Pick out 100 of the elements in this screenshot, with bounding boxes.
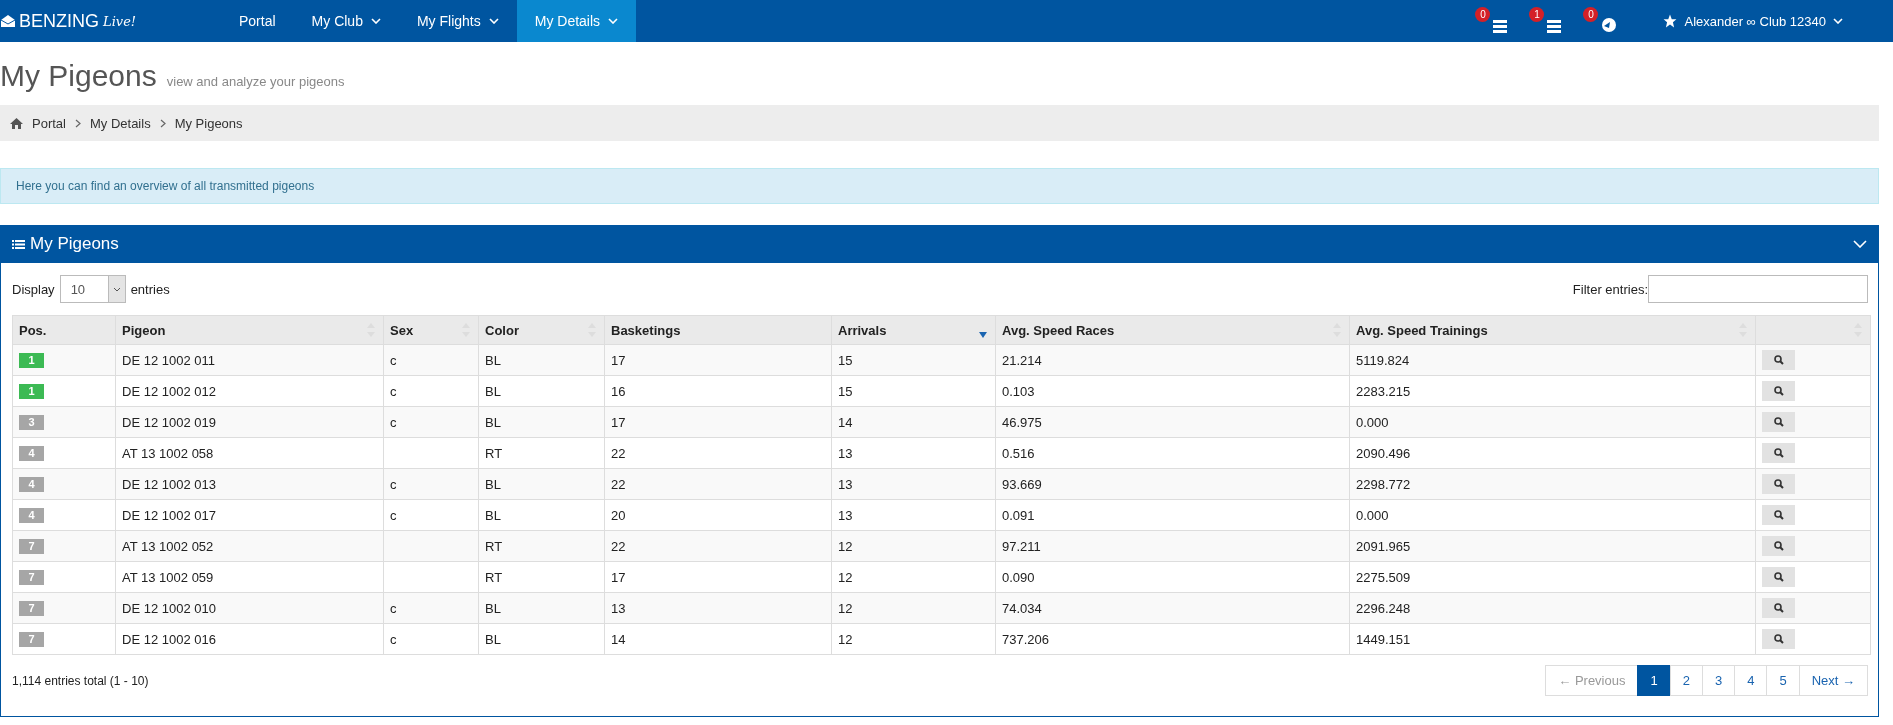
search-button[interactable] [1762,381,1795,401]
table-cell: c [390,352,397,368]
table-cell: 0.090 [1002,569,1035,585]
table-cell: BL [485,352,501,368]
column-header[interactable]: Pigeon [115,315,384,345]
nav-item[interactable]: My Flights [398,0,517,42]
position-badge: 7 [19,601,44,616]
count-badge: 0 [1583,7,1599,22]
table-cell: BL [485,600,501,616]
column-header[interactable]: Color [478,315,605,345]
list-icon [12,238,25,250]
chevron-right-icon [159,118,166,128]
search-button[interactable] [1762,443,1795,463]
table-cell: c [390,414,397,430]
page-link[interactable]: 1 [1637,665,1671,696]
table-cell: 15 [838,352,853,368]
page-link[interactable]: 3 [1701,665,1736,696]
entries-select[interactable]: 10 [59,275,126,303]
nav-item[interactable]: Portal [221,0,294,42]
table-cell: AT 13 1002 059 [122,569,214,585]
position-badge: 7 [19,539,44,554]
table-cell: 12 [838,538,853,554]
panel-title: My Pigeons [30,234,119,254]
page-title: My Pigeons [0,59,157,93]
page-link[interactable]: 4 [1734,665,1768,696]
position-badge: 3 [19,415,44,430]
table-cell: RT [485,538,503,554]
globe-icon [1601,17,1618,33]
position-badge: 1 [19,384,44,399]
star-icon [1663,14,1678,28]
position-badge: 7 [19,570,44,585]
table-cell: c [390,631,397,647]
table-cell: 1449.151 [1356,631,1411,647]
search-button[interactable] [1762,536,1795,556]
notification-button[interactable]: 0 [1583,9,1618,33]
table-cell: c [390,476,397,492]
search-button[interactable] [1762,629,1795,649]
table-cell: 12 [838,631,853,647]
search-icon [1773,541,1784,551]
table-cell: 15 [838,383,853,399]
table-cell: 93.669 [1002,476,1042,492]
search-button[interactable] [1762,350,1795,370]
breadcrumb-link[interactable]: My Details [89,115,151,131]
list-icon [1491,19,1510,33]
breadcrumb-link[interactable]: Portal [32,115,66,131]
table-cell: c [390,600,397,616]
table-cell: 737.206 [1002,631,1049,647]
chevron-down-icon[interactable] [1853,240,1867,248]
search-button[interactable] [1762,412,1795,432]
table-cell: 2091.965 [1356,538,1411,554]
table-cell: c [390,383,397,399]
table-cell: 0.091 [1002,507,1035,523]
table-cell: 22 [611,538,626,554]
filter-field[interactable] [1648,275,1868,303]
column-header[interactable]: Sex [383,315,479,345]
column-header[interactable]: Avg. Speed Trainings [1349,315,1756,345]
table-cell: DE 12 1002 011 [122,352,215,368]
table-cell: BL [485,383,501,399]
chevron-down-icon [1833,18,1843,24]
nav-item[interactable]: My Details [516,0,637,42]
chevron-right-icon [74,118,81,128]
list-icon [1545,19,1564,33]
search-icon [1773,448,1784,458]
table-cell: 2283.215 [1356,383,1411,399]
column-header[interactable]: Arrivals [831,315,996,345]
search-button[interactable] [1762,567,1795,587]
table-cell: 22 [611,476,626,492]
position-badge: 1 [19,353,44,368]
page-link[interactable]: 5 [1766,665,1800,696]
table-cell: 17 [611,569,626,585]
logo[interactable]: BENZING Live! [0,10,211,32]
position-badge: 7 [19,632,44,647]
nav-item[interactable]: My Club [293,0,399,42]
table-cell: 2298.772 [1356,476,1411,492]
user-menu[interactable]: Alexander ∞ Club 12340 [1663,13,1843,29]
notification-button[interactable]: 0 [1475,9,1510,33]
table-cell: AT 13 1002 058 [122,445,214,461]
column-header[interactable]: Avg. Speed Races [995,315,1350,345]
table-cell: 13 [838,445,853,461]
home-icon [10,117,23,129]
page-link[interactable]: 2 [1669,665,1703,696]
table-cell: DE 12 1002 017 [122,507,216,523]
search-button[interactable] [1762,474,1795,494]
page-subtitle: view and analyze your pigeons [166,74,345,89]
column-header[interactable]: Pos. [12,315,116,345]
table-cell: RT [485,569,503,585]
column-header[interactable]: Basketings [604,315,832,345]
table-cell: 12 [838,600,853,616]
table-cell: 0.516 [1002,445,1035,461]
breadcrumb-link[interactable]: My Pigeons [174,115,243,131]
table-cell: 2090.496 [1356,445,1411,461]
search-icon [1773,634,1784,644]
position-badge: 4 [19,477,44,492]
search-icon [1773,479,1784,489]
search-icon [1773,572,1784,582]
next-page-link[interactable]: Next → [1798,665,1868,696]
search-button[interactable] [1762,598,1795,618]
notification-button[interactable]: 1 [1529,9,1564,33]
table-cell: 13 [611,600,626,616]
search-button[interactable] [1762,505,1795,525]
